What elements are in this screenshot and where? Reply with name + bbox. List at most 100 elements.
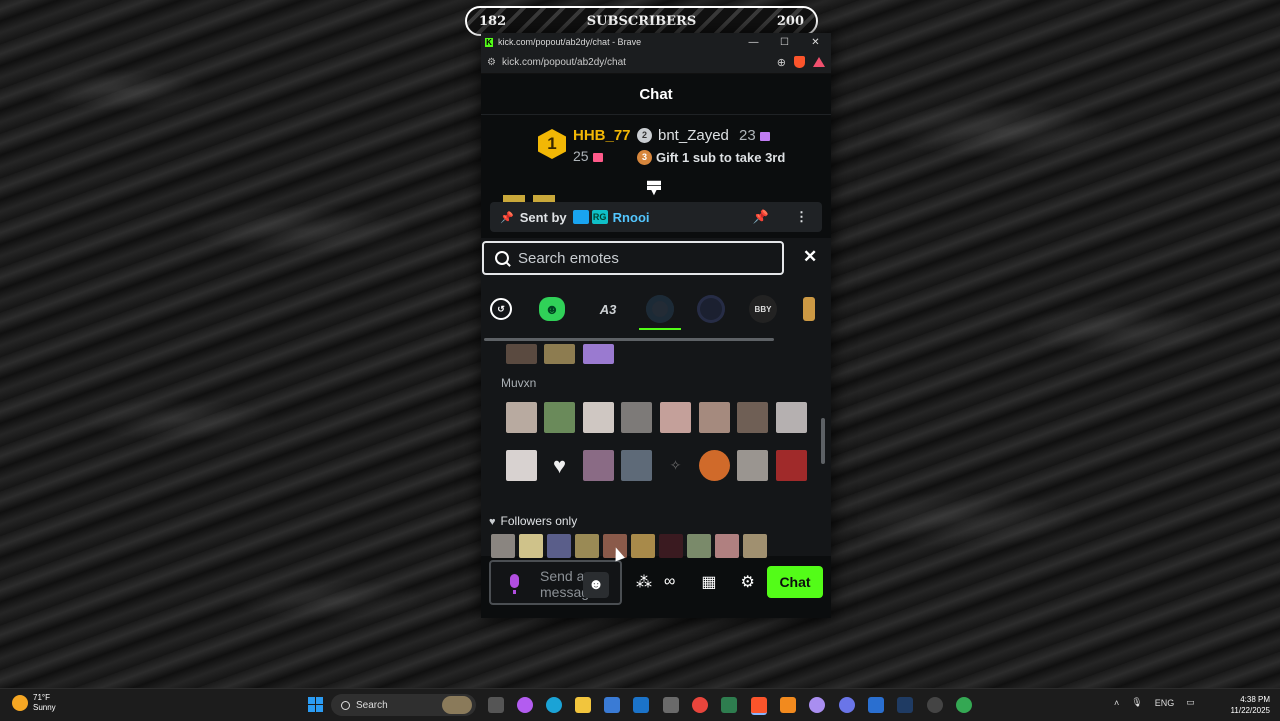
emote[interactable] <box>737 450 768 481</box>
url-text[interactable]: kick.com/popout/ab2dy/chat <box>502 57 626 68</box>
language-indicator[interactable]: ENG <box>1155 698 1175 708</box>
emote-picker-button[interactable]: ☻ <box>583 572 609 598</box>
chrome-icon[interactable] <box>692 697 708 713</box>
emote[interactable] <box>506 344 537 364</box>
sub-goal-title: SUBSCRIBERS <box>586 13 697 29</box>
kick-favicon-icon: K <box>485 37 493 47</box>
clock-date: 11/22/2025 <box>1230 706 1270 715</box>
close-emote-picker-button[interactable]: ✕ <box>803 247 817 267</box>
close-window-button[interactable]: ✕ <box>800 37 831 48</box>
emote[interactable] <box>506 450 537 481</box>
tray-overflow-icon[interactable]: ˄ <box>1114 698 1119 708</box>
emote[interactable] <box>743 534 767 558</box>
brave-rewards-icon[interactable] <box>813 57 825 67</box>
emote[interactable] <box>659 534 683 558</box>
unpin-icon[interactable]: 📌 <box>753 209 769 225</box>
emote[interactable] <box>776 450 807 481</box>
microphone-icon[interactable] <box>510 574 519 594</box>
weather-widget[interactable]: 71°F Sunny <box>12 693 56 713</box>
search-icon <box>495 251 509 265</box>
store-app-icon[interactable] <box>604 697 620 713</box>
emote[interactable] <box>737 402 768 433</box>
emote[interactable] <box>583 402 614 433</box>
app-icon[interactable] <box>809 697 825 713</box>
emote[interactable]: ♥ <box>544 450 575 481</box>
collapse-leaderboard-icon[interactable]: ▬ ▬ ▼ <box>647 173 661 197</box>
kick-points-icon[interactable]: ⁂ <box>636 572 652 592</box>
copilot-icon[interactable] <box>517 697 533 713</box>
emote[interactable] <box>544 344 575 364</box>
emote-search-input[interactable] <box>516 248 782 268</box>
file-explorer-icon[interactable] <box>575 697 591 713</box>
search-highlight-art <box>442 696 472 714</box>
microphone-tray-icon[interactable]: 🎙 <box>1131 697 1142 708</box>
edge-icon[interactable] <box>546 697 562 713</box>
channel-emotes-tab-3[interactable]: BBY <box>749 295 777 323</box>
emote[interactable] <box>699 402 730 433</box>
emote[interactable] <box>621 402 652 433</box>
app-icon[interactable] <box>927 697 943 713</box>
emote[interactable] <box>547 534 571 558</box>
maximize-button[interactable]: ☐ <box>769 37 800 48</box>
a3-emotes-tab[interactable]: A3 <box>594 295 622 323</box>
emote[interactable] <box>575 534 599 558</box>
channel-emotes-tab-4[interactable] <box>803 297 815 321</box>
taskbar: 71°F Sunny Search ˄ 🎙 ENG ▭ 4:38 PM 11/22… <box>0 688 1280 721</box>
site-info-icon[interactable]: ⚙ <box>487 57 496 68</box>
followers-only-section-label: ♥ Followers only <box>489 514 578 528</box>
emote[interactable] <box>544 402 575 433</box>
pinned-message-banner[interactable]: 📌 Sent by RG Rnooi 📌 ⋮ <box>490 202 822 232</box>
emote[interactable] <box>519 534 543 558</box>
heart-icon: ♥ <box>489 516 496 528</box>
send-chat-button[interactable]: Chat <box>767 566 823 598</box>
leader-1-name[interactable]: HHB_77 <box>573 127 631 144</box>
steam-icon[interactable] <box>897 697 913 713</box>
network-icon[interactable]: ▭ <box>1186 697 1195 708</box>
app-icon[interactable] <box>663 697 679 713</box>
7tv-emotes-icon[interactable]: ☻ <box>539 297 565 321</box>
recent-emotes-icon[interactable]: ↺ <box>490 298 512 320</box>
provider-scrollbar[interactable] <box>484 338 774 341</box>
emote[interactable] <box>776 402 807 433</box>
subscriber-goal-bar: 182 SUBSCRIBERS 200 <box>465 6 818 36</box>
emote[interactable] <box>491 534 515 558</box>
pinned-prefix: Sent by <box>519 209 567 225</box>
task-view-icon[interactable] <box>488 697 504 713</box>
taskbar-search[interactable]: Search <box>331 694 476 716</box>
brave-shields-icon[interactable] <box>794 56 805 68</box>
channel-emotes-tab-1[interactable] <box>646 295 674 323</box>
emote[interactable] <box>660 402 691 433</box>
emote[interactable] <box>699 450 730 481</box>
emote[interactable]: ✧ <box>660 450 691 481</box>
chrome-icon[interactable] <box>956 697 972 713</box>
store-icon[interactable]: ▦ <box>701 572 716 592</box>
minimize-button[interactable]: — <box>738 37 769 48</box>
more-options-icon[interactable]: ⋮ <box>795 209 808 225</box>
pinned-sender[interactable]: Rnooi <box>613 210 650 225</box>
app-icon[interactable] <box>780 697 796 713</box>
emote[interactable] <box>687 534 711 558</box>
emote[interactable] <box>621 450 652 481</box>
emote[interactable] <box>631 534 655 558</box>
channel-emotes-tab-2[interactable] <box>697 295 725 323</box>
emote-list-scrollbar[interactable] <box>821 418 825 464</box>
emote[interactable] <box>583 450 614 481</box>
system-clock[interactable]: 4:38 PM 11/22/2025 <box>1222 694 1270 716</box>
excel-icon[interactable] <box>721 697 737 713</box>
discord-icon[interactable] <box>839 697 855 713</box>
emote[interactable] <box>715 534 739 558</box>
infinity-icon[interactable]: ∞ <box>664 573 675 591</box>
leader-2-name[interactable]: bnt_Zayed <box>658 127 729 144</box>
app-icon[interactable] <box>868 697 884 713</box>
outlook-icon[interactable] <box>633 697 649 713</box>
leader-3-prompt[interactable]: Gift 1 sub to take 3rd <box>656 150 785 165</box>
emote[interactable] <box>583 344 614 364</box>
settings-gear-icon[interactable]: ⚙ <box>741 572 755 592</box>
sub-goal-count: 200 <box>776 13 804 29</box>
windows-start-icon[interactable] <box>308 697 323 712</box>
emote[interactable] <box>506 402 537 433</box>
brave-icon[interactable] <box>751 697 767 715</box>
message-composer[interactable]: Send a message ☻ <box>489 560 622 605</box>
zoom-icon[interactable]: ⊕ <box>777 56 786 69</box>
emote-provider-tabs: ↺ ☻ A3 BBY <box>481 288 831 330</box>
